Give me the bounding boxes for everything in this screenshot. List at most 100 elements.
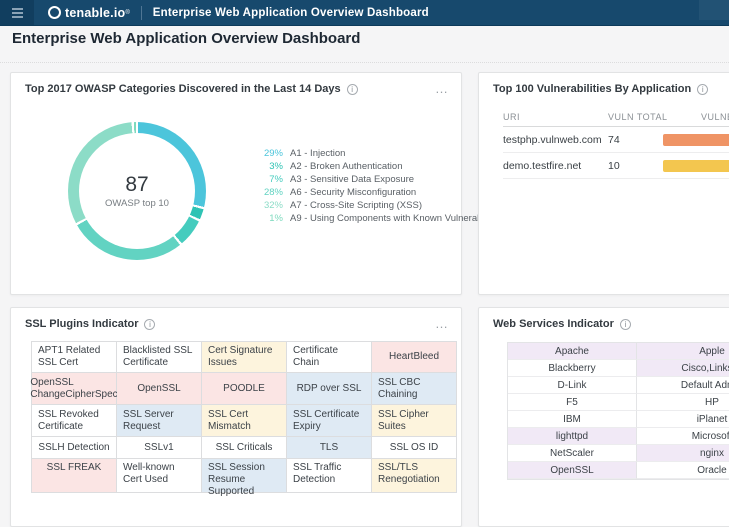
legend-item[interactable]: 3% A2 - Broken Authentication bbox=[259, 160, 504, 173]
ssl-indicator-cell[interactable]: SSLH Detection bbox=[32, 437, 117, 459]
app-header: tenable.io ® Enterprise Web Application … bbox=[0, 0, 729, 26]
web-service-cell[interactable]: Cisco,Linksys bbox=[637, 360, 729, 377]
web-service-cell[interactable]: Microsoft bbox=[637, 428, 729, 445]
legend-percent: 7% bbox=[269, 174, 283, 185]
ssl-indicator-cell[interactable]: SSL Cipher Suites bbox=[372, 405, 457, 437]
web-service-cell[interactable]: Default Admin bbox=[637, 377, 729, 394]
legend-label: A6 - Security Misconfiguration bbox=[290, 187, 417, 198]
web-service-cell[interactable]: nginx bbox=[637, 445, 729, 462]
info-icon[interactable] bbox=[697, 83, 709, 95]
legend-item[interactable]: 7% A3 - Sensitive Data Exposure bbox=[259, 173, 504, 186]
ssl-indicator-label: SSL Session Resume Supported bbox=[208, 462, 265, 497]
ssl-indicator-cell[interactable]: OpenSSL bbox=[117, 373, 202, 405]
ssl-indicator-cell[interactable]: SSL Revoked Certificate bbox=[32, 405, 117, 437]
web-service-cell[interactable]: iPlanet bbox=[637, 411, 729, 428]
vuln-table: URI VULN TOTAL VULNE testphp.vulnweb.com… bbox=[503, 111, 729, 179]
panel-menu-icon[interactable] bbox=[435, 85, 449, 93]
header-title: Enterprise Web Application Overview Dash… bbox=[152, 6, 429, 19]
ssl-indicator-cell[interactable]: Well-known Cert Used bbox=[117, 459, 202, 493]
ssl-indicator-cell[interactable]: SSL Certificate Expiry bbox=[287, 405, 372, 437]
web-service-cell[interactable]: Blackberry bbox=[508, 360, 637, 377]
panel-web-services: Web Services Indicator Apache Apple Blackb… bbox=[478, 307, 729, 527]
web-service-cell[interactable]: D-Link bbox=[508, 377, 637, 394]
vuln-severity-bar bbox=[663, 160, 729, 172]
panel-header: SSL Plugins Indicator bbox=[11, 308, 461, 330]
tenable-logo[interactable]: tenable.io ® bbox=[48, 6, 130, 20]
ssl-indicator-cell[interactable]: Certificate Chain bbox=[287, 342, 372, 373]
uri-cell[interactable]: demo.testfire.net bbox=[503, 160, 581, 172]
ssl-indicator-cell[interactable]: SSL Cert Mismatch bbox=[202, 405, 287, 437]
ssl-indicator-cell[interactable]: SSL Traffic Detection bbox=[287, 459, 372, 493]
ssl-indicator-label: SSL CBC Chaining bbox=[378, 376, 421, 400]
legend-percent: 32% bbox=[263, 200, 283, 211]
web-service-label: Apple bbox=[699, 345, 725, 357]
table-row[interactable]: demo.testfire.net 10 bbox=[503, 153, 729, 179]
donut-center-value: 87 bbox=[125, 173, 149, 196]
info-icon[interactable] bbox=[346, 83, 358, 95]
ssl-indicator-label: SSL Server Request bbox=[123, 408, 174, 432]
web-service-cell[interactable]: OpenSSL bbox=[508, 462, 637, 479]
web-service-label: NetScaler bbox=[550, 447, 594, 459]
web-service-cell[interactable]: IBM bbox=[508, 411, 637, 428]
legend-item[interactable]: 32% A7 - Cross-Site Scripting (XSS) bbox=[259, 199, 504, 212]
web-service-cell[interactable]: Apache bbox=[508, 343, 637, 360]
web-service-cell[interactable]: lighttpd bbox=[508, 428, 637, 445]
web-service-label: lighttpd bbox=[555, 430, 589, 442]
ssl-indicator-cell[interactable]: POODLE bbox=[202, 373, 287, 405]
info-icon[interactable] bbox=[619, 318, 631, 330]
panel-menu-icon[interactable] bbox=[435, 320, 449, 328]
panel-title: Top 2017 OWASP Categories Discovered in … bbox=[25, 83, 341, 95]
legend-label: A3 - Sensitive Data Exposure bbox=[290, 174, 415, 185]
ssl-indicator-cell[interactable]: SSL Criticals bbox=[202, 437, 287, 459]
ssl-indicator-cell[interactable]: SSL/TLS Renegotiation bbox=[372, 459, 457, 493]
web-service-cell[interactable]: Oracle bbox=[637, 462, 729, 479]
ssl-indicator-label: SSLv1 bbox=[144, 441, 174, 453]
panel-owasp: Top 2017 OWASP Categories Discovered in … bbox=[10, 72, 504, 295]
ssl-indicator-cell[interactable]: Cert Signature Issues bbox=[202, 342, 287, 373]
legend-item[interactable]: 1% A9 - Using Components with Known Vulne… bbox=[259, 212, 504, 225]
web-service-label: iPlanet bbox=[696, 413, 728, 425]
ssl-indicator-cell[interactable]: TLS bbox=[287, 437, 372, 459]
table-row[interactable]: testphp.vulnweb.com 74 bbox=[503, 127, 729, 153]
web-service-cell[interactable]: Apple bbox=[637, 343, 729, 360]
legend-label: A2 - Broken Authentication bbox=[290, 161, 403, 172]
ssl-indicator-cell[interactable]: SSLv1 bbox=[117, 437, 202, 459]
section-divider bbox=[0, 62, 729, 63]
ssl-indicator-cell[interactable]: SSL OS ID bbox=[372, 437, 457, 459]
ssl-indicator-cell[interactable]: OpenSSL ChangeCipherSpec bbox=[30, 373, 118, 405]
donut-center-label: OWASP top 10 bbox=[105, 198, 169, 209]
legend-item[interactable]: 28% A6 - Security Misconfiguration bbox=[259, 186, 504, 199]
ssl-indicator-cell[interactable]: HeartBleed bbox=[372, 342, 457, 373]
uri-cell[interactable]: testphp.vulnweb.com bbox=[503, 134, 602, 146]
web-service-label: Default Admin bbox=[680, 379, 729, 391]
header-right-button[interactable] bbox=[699, 0, 729, 20]
legend-item[interactable]: 29% A1 - Injection bbox=[259, 147, 504, 160]
menu-button[interactable] bbox=[0, 0, 34, 25]
web-service-cell[interactable]: HP bbox=[637, 394, 729, 411]
ssl-indicator-label: OpenSSL bbox=[137, 382, 181, 394]
web-service-cell[interactable]: F5 bbox=[508, 394, 637, 411]
vuln-rows: testphp.vulnweb.com 74 demo.testfire.net 10 bbox=[503, 127, 729, 179]
ssl-indicator-label: SSL Revoked Certificate bbox=[38, 408, 99, 432]
ssl-indicator-cell[interactable]: APT1 Related SSL Cert bbox=[32, 342, 117, 373]
legend-label: A1 - Injection bbox=[290, 148, 346, 159]
ssl-indicator-label: Blacklisted SSL Certificate bbox=[123, 345, 193, 368]
owasp-donut-chart[interactable]: 87 OWASP top 10 bbox=[68, 122, 206, 260]
web-service-cell[interactable]: NetScaler bbox=[508, 445, 637, 462]
ssl-indicator-cell[interactable]: SSL Session Resume Supported bbox=[202, 459, 287, 497]
vuln-total-cell: 10 bbox=[608, 160, 620, 172]
panel-title: Web Services Indicator bbox=[493, 318, 614, 330]
ssl-indicator-cell[interactable]: SSL FREAK bbox=[32, 459, 117, 493]
info-icon[interactable] bbox=[144, 318, 156, 330]
registered-mark: ® bbox=[125, 9, 130, 16]
ssl-indicator-cell[interactable]: RDP over SSL bbox=[287, 373, 372, 405]
panel-header: Top 2017 OWASP Categories Discovered in … bbox=[11, 73, 461, 95]
ssl-indicator-cell[interactable]: SSL CBC Chaining bbox=[372, 373, 457, 405]
ssl-indicator-label: Certificate Chain bbox=[293, 345, 339, 368]
owasp-legend: 29% A1 - Injection 3% A2 - Broken Authentic… bbox=[259, 147, 504, 225]
page-title: Enterprise Web Application Overview Dash… bbox=[12, 30, 361, 47]
ssl-indicator-cell[interactable]: Blacklisted SSL Certificate bbox=[117, 342, 202, 373]
ssl-indicator-label: RDP over SSL bbox=[296, 382, 362, 394]
ssl-indicator-cell[interactable]: SSL Server Request bbox=[117, 405, 202, 437]
legend-label: A9 - Using Components with Known Vulnera… bbox=[290, 213, 504, 224]
